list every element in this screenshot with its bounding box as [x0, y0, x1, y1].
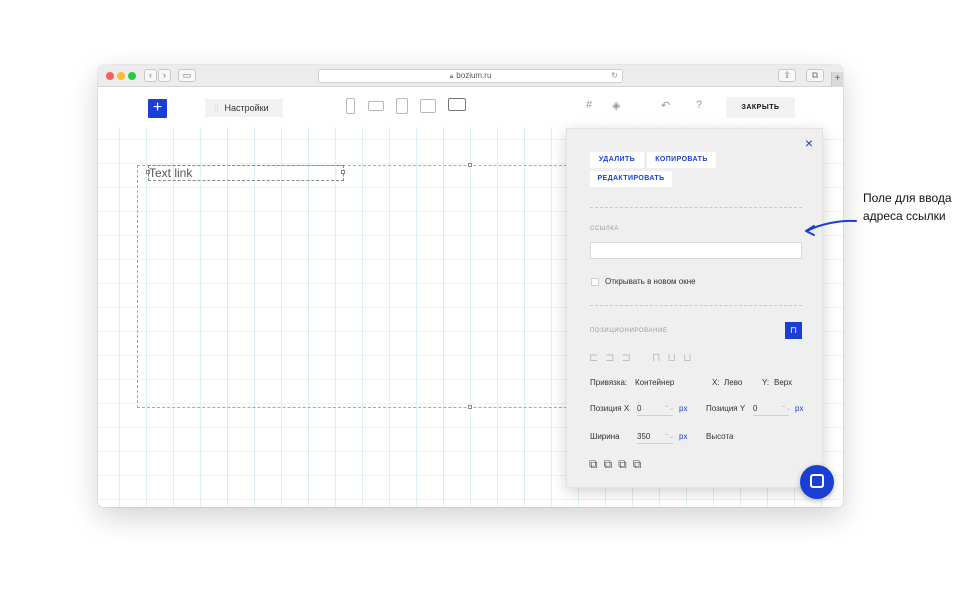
- annotation-arrow-icon: [805, 219, 857, 236]
- stepper-icon[interactable]: ⌃⌄: [781, 405, 791, 412]
- desktop-icon[interactable]: [448, 98, 466, 111]
- positioning-section-label: ПОЗИЦИОНИРОВАНИЕ: [590, 328, 668, 334]
- link-settings-panel: × УДАЛИТЬ КОПИРОВАТЬ РЕДАКТИРОВАТЬ ССЫЛК…: [566, 128, 823, 488]
- height-label: Высота: [706, 432, 734, 441]
- maximize-window-dot[interactable]: [128, 72, 136, 80]
- x-value[interactable]: Лево: [724, 378, 742, 387]
- anchor-value[interactable]: Контейнер: [635, 378, 674, 387]
- align-bottom-icon[interactable]: ⊔: [683, 352, 694, 364]
- block-frame[interactable]: [137, 163, 597, 409]
- resize-handle[interactable]: [468, 405, 472, 409]
- link-section-label: ССЫЛКА: [590, 226, 620, 232]
- settings-button[interactable]: ⫶⫶ Настройки: [205, 99, 283, 117]
- align-middle-icon[interactable]: ⊔: [668, 352, 679, 364]
- tablet-portrait-icon[interactable]: [396, 98, 408, 114]
- grid-icon[interactable]: #: [586, 99, 592, 111]
- undo-icon[interactable]: ↶: [661, 99, 670, 112]
- close-icon[interactable]: ×: [805, 135, 813, 151]
- x-label: X:: [712, 378, 720, 387]
- sliders-icon: ⫶⫶: [214, 103, 219, 113]
- align-top-icon[interactable]: ⊓: [652, 352, 663, 364]
- pos-x-label: Позиция X: [590, 404, 630, 413]
- close-editor-button[interactable]: ЗАКРЫТЬ: [726, 97, 795, 118]
- sidebar-toggle-icon[interactable]: ▭: [178, 69, 196, 82]
- lock-icon: 🔒︎: [449, 73, 454, 80]
- align-icons: ⊏ ⊐ ⊐ ⊓ ⊔ ⊔: [589, 351, 694, 364]
- forward-icon[interactable]: ›: [158, 69, 171, 82]
- share-icon[interactable]: ⇪: [778, 69, 796, 82]
- new-tab-button[interactable]: +: [831, 72, 843, 87]
- divider: [590, 305, 802, 306]
- pos-y-label: Позиция Y: [706, 404, 746, 413]
- y-value[interactable]: Верх: [774, 378, 792, 387]
- width-label: Ширина: [590, 432, 620, 441]
- layer-order-icons: ⧉⧉⧉⧉: [589, 457, 647, 472]
- bring-to-front-icon[interactable]: ⧉: [589, 457, 604, 471]
- send-backward-icon[interactable]: ⧉: [618, 457, 633, 471]
- phone-portrait-icon[interactable]: [346, 98, 355, 114]
- back-icon[interactable]: ‹: [144, 69, 157, 82]
- tabs-overview-icon[interactable]: ⧉: [806, 69, 824, 82]
- new-window-label: Открывать в новом окне: [605, 277, 696, 286]
- help-icon[interactable]: ?: [696, 99, 702, 111]
- settings-label: Настройки: [224, 103, 269, 113]
- text-link-element[interactable]: Text link: [148, 165, 344, 181]
- reload-icon[interactable]: ↻: [611, 70, 618, 82]
- address-bar[interactable]: 🔒︎ bozium.ru ↻: [318, 69, 623, 83]
- bring-forward-icon[interactable]: ⧉: [604, 457, 619, 471]
- browser-chrome: ‹ › ▭ 🔒︎ bozium.ru ↻ ⇪ ⧉ +: [98, 65, 843, 87]
- width-unit: px: [679, 432, 688, 441]
- resize-handle[interactable]: [341, 170, 345, 174]
- stepper-icon[interactable]: ⌃⌄: [664, 433, 674, 440]
- y-label: Y:: [762, 378, 770, 387]
- align-center-icon[interactable]: ⊐: [605, 352, 616, 364]
- edit-button[interactable]: РЕДАКТИРОВАТЬ: [590, 171, 672, 187]
- divider: [590, 207, 802, 208]
- tablet-landscape-icon[interactable]: [420, 99, 436, 113]
- address-text: bozium.ru: [456, 71, 492, 80]
- resize-handle[interactable]: [468, 163, 472, 167]
- close-window-dot[interactable]: [106, 72, 114, 80]
- pos-x-unit: px: [679, 404, 688, 413]
- add-block-button[interactable]: +: [148, 99, 167, 118]
- pos-y-unit: px: [795, 404, 804, 413]
- stepper-icon[interactable]: ⌃⌄: [664, 405, 674, 412]
- link-url-input[interactable]: [590, 242, 802, 259]
- minimize-window-dot[interactable]: [117, 72, 125, 80]
- align-left-icon[interactable]: ⊏: [589, 352, 600, 364]
- chat-icon: [810, 474, 824, 488]
- delete-button[interactable]: УДАЛИТЬ: [590, 152, 644, 168]
- copy-button[interactable]: КОПИРОВАТЬ: [647, 152, 716, 168]
- editor-toolbar: + ⫶⫶ Настройки # ◈ ↶ ? ЗАКРЫТЬ: [98, 87, 843, 127]
- align-right-icon[interactable]: ⊐: [622, 352, 633, 364]
- send-to-back-icon[interactable]: ⧉: [633, 457, 648, 471]
- new-window-checkbox[interactable]: [591, 278, 599, 286]
- lock-icon[interactable]: ⊓: [785, 322, 802, 339]
- layers-icon[interactable]: ◈: [612, 99, 620, 112]
- phone-landscape-icon[interactable]: [368, 101, 384, 111]
- anchor-label: Привязка:: [590, 378, 628, 387]
- chat-button[interactable]: [800, 465, 834, 499]
- annotation-text: Поле для ввода адреса ссылки: [863, 191, 952, 223]
